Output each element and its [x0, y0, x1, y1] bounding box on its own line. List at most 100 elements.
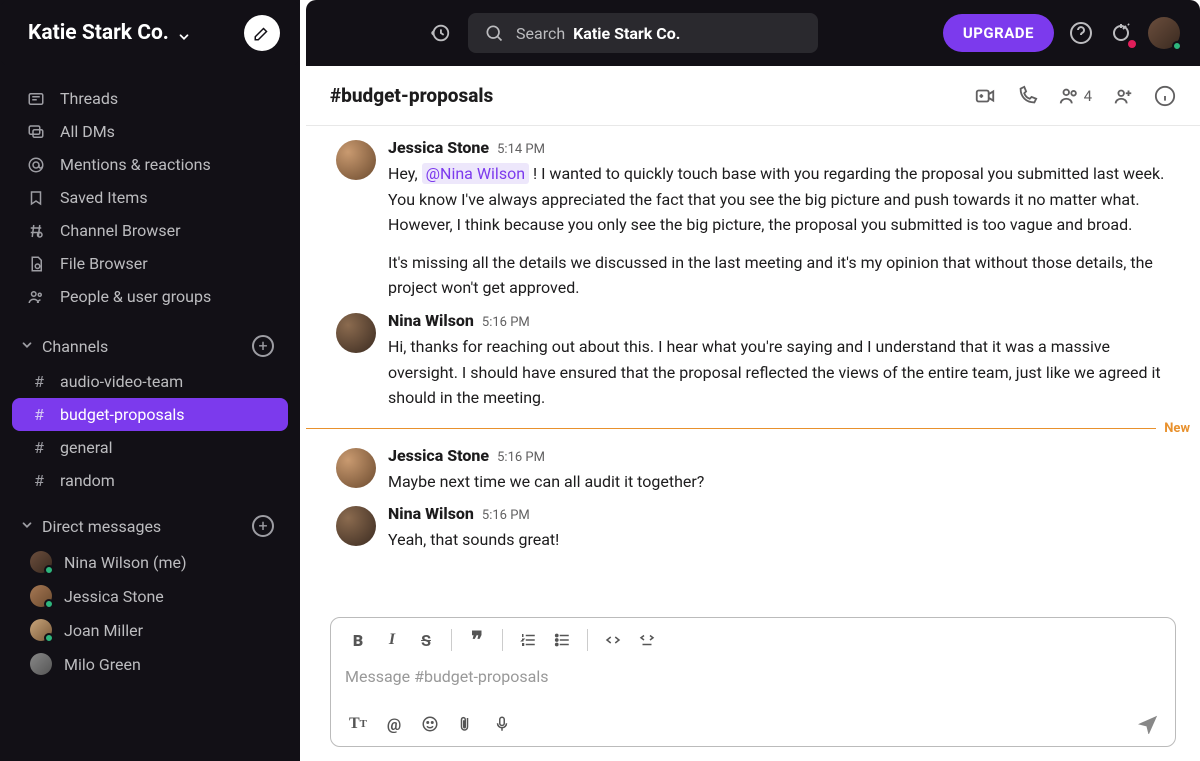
message-time: 5:16 PM	[482, 508, 530, 523]
nav-label: Threads	[60, 89, 118, 108]
channel-budget-proposals[interactable]: # budget-proposals	[12, 398, 288, 431]
help-button[interactable]	[1068, 20, 1094, 46]
dm-joan-miller[interactable]: Joan Miller	[0, 613, 300, 647]
nav-label: Channel Browser	[60, 221, 181, 240]
nav-label: Saved Items	[60, 188, 148, 207]
dm-name: Joan Miller	[64, 621, 143, 640]
nav-saved[interactable]: Saved Items	[0, 181, 300, 214]
bookmark-icon	[26, 189, 46, 207]
mention[interactable]: @Nina Wilson	[422, 163, 529, 184]
nav-label: All DMs	[60, 122, 115, 141]
workspace-switcher[interactable]: Katie Stark Co.	[0, 0, 300, 66]
mention-button[interactable]: @	[379, 710, 409, 738]
message[interactable]: Nina Wilson 5:16 PM Yeah, that sounds gr…	[306, 498, 1200, 557]
dm-section-header[interactable]: Direct messages +	[0, 507, 300, 545]
search-placeholder: Search Katie Stark Co.	[516, 24, 680, 43]
audio-button[interactable]	[487, 710, 517, 738]
channel-audio-video-team[interactable]: # audio-video-team	[0, 365, 300, 398]
chevron-down-icon	[177, 26, 191, 40]
members-button[interactable]: 4	[1058, 85, 1092, 107]
section-label: Direct messages	[42, 517, 252, 536]
add-channel-button[interactable]: +	[252, 335, 274, 357]
file-search-icon	[26, 255, 46, 273]
avatar	[30, 585, 52, 607]
channel-name: budget-proposals	[60, 405, 185, 424]
upgrade-button[interactable]: UPGRADE	[943, 14, 1054, 52]
nav-all-dms[interactable]: All DMs	[0, 115, 300, 148]
message-author[interactable]: Nina Wilson	[388, 504, 474, 523]
channel-name: general	[60, 438, 113, 457]
nav-channel-browser[interactable]: Channel Browser	[0, 214, 300, 247]
main-panel: Search Katie Stark Co. UPGRADE #budget-p…	[306, 0, 1200, 761]
message-author[interactable]: Nina Wilson	[388, 311, 474, 330]
call-button[interactable]	[1016, 85, 1038, 107]
compose-button[interactable]	[244, 15, 280, 51]
bullet-list-button[interactable]	[547, 626, 577, 654]
new-label: New	[1156, 421, 1200, 436]
channel-header: #budget-proposals 4	[306, 66, 1200, 126]
dm-nina-wilson[interactable]: Nina Wilson (me)	[0, 545, 300, 579]
profile-avatar[interactable]	[1148, 17, 1180, 49]
dm-milo-green[interactable]: Milo Green	[0, 647, 300, 681]
avatar	[336, 506, 376, 546]
presence-online-icon	[44, 633, 54, 643]
message[interactable]: Nina Wilson 5:16 PM Hi, thanks for reach…	[306, 305, 1200, 415]
format-toolbar: B I S ❞	[331, 618, 1175, 663]
message-time: 5:16 PM	[482, 315, 530, 330]
message[interactable]: Jessica Stone 5:14 PM Hey, @Nina Wilson …	[306, 132, 1200, 305]
channel-random[interactable]: # random	[0, 464, 300, 497]
message-time: 5:14 PM	[497, 142, 545, 157]
emoji-button[interactable]	[415, 710, 445, 738]
channels-section-header[interactable]: Channels +	[0, 327, 300, 365]
message-author[interactable]: Jessica Stone	[388, 138, 489, 157]
avatar	[336, 313, 376, 353]
nav-label: People & user groups	[60, 287, 211, 306]
hash-icon: #	[30, 405, 48, 424]
codeblock-button[interactable]	[632, 626, 662, 654]
hash-icon: #	[30, 438, 48, 457]
message-composer: B I S ❞ Message #budget-proposals TT @	[330, 617, 1176, 747]
format-toggle-button[interactable]: TT	[343, 710, 373, 738]
sidebar: Katie Stark Co. Threads All DMs Mentions…	[0, 0, 300, 761]
nav-threads[interactable]: Threads	[0, 82, 300, 115]
chevron-down-icon	[20, 337, 36, 356]
italic-button[interactable]: I	[377, 626, 407, 654]
message[interactable]: Jessica Stone 5:16 PM Maybe next time we…	[306, 440, 1200, 499]
search-icon	[484, 23, 504, 43]
nav-label: Mentions & reactions	[60, 155, 211, 174]
dm-jessica-stone[interactable]: Jessica Stone	[0, 579, 300, 613]
channel-title[interactable]: #budget-proposals	[330, 84, 954, 107]
hash-icon: #	[30, 471, 48, 490]
strike-button[interactable]: S	[411, 626, 441, 654]
channel-name: random	[60, 471, 115, 490]
add-people-button[interactable]	[1112, 85, 1134, 107]
ordered-list-button[interactable]	[513, 626, 543, 654]
notifications-button[interactable]	[1108, 20, 1134, 46]
chevron-down-icon	[20, 517, 36, 536]
channel-details-button[interactable]	[1154, 85, 1176, 107]
history-button[interactable]	[426, 19, 454, 47]
attach-button[interactable]	[451, 710, 481, 738]
add-video-button[interactable]	[974, 85, 996, 107]
nav-file-browser[interactable]: File Browser	[0, 247, 300, 280]
avatar	[336, 140, 376, 180]
new-messages-divider: New	[306, 421, 1200, 436]
quote-button[interactable]: ❞	[462, 626, 492, 654]
nav-section: Threads All DMs Mentions & reactions Sav…	[0, 66, 300, 313]
presence-online-icon	[44, 565, 54, 575]
message-input[interactable]: Message #budget-proposals	[331, 663, 1175, 704]
search-input[interactable]: Search Katie Stark Co.	[468, 13, 818, 53]
hash-icon: #	[30, 372, 48, 391]
message-author[interactable]: Jessica Stone	[388, 446, 489, 465]
add-dm-button[interactable]: +	[252, 515, 274, 537]
dm-name: Jessica Stone	[64, 587, 164, 606]
message-text: Hey, @Nina Wilson ! I wanted to quickly …	[388, 161, 1176, 301]
bold-button[interactable]: B	[343, 626, 373, 654]
code-button[interactable]	[598, 626, 628, 654]
dms-icon	[26, 123, 46, 141]
nav-mentions[interactable]: Mentions & reactions	[0, 148, 300, 181]
at-icon	[26, 156, 46, 174]
nav-people[interactable]: People & user groups	[0, 280, 300, 313]
send-button[interactable]	[1133, 710, 1163, 738]
channel-general[interactable]: # general	[0, 431, 300, 464]
